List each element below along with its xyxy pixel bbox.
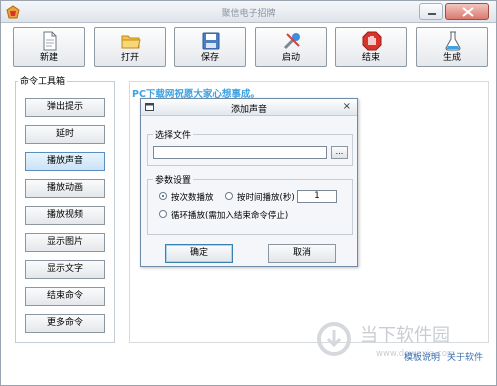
params-group-label: 参数设置 bbox=[153, 173, 194, 186]
watermark-title: 当下软件园 bbox=[360, 325, 450, 346]
save-button[interactable]: 保存 bbox=[174, 27, 246, 67]
watermark: 当下软件园 www.downxia.com bbox=[316, 319, 496, 379]
new-button[interactable]: 新建 bbox=[13, 27, 85, 67]
play-by-time-radio[interactable] bbox=[225, 192, 233, 200]
cmd-delay[interactable]: 延时 bbox=[25, 125, 105, 144]
loop-play-label: 循环播放(需加入结束命令停止) bbox=[171, 211, 289, 221]
file-group-label: 选择文件 bbox=[153, 128, 194, 141]
browse-button[interactable]: ... bbox=[331, 146, 348, 159]
stop-hand-icon bbox=[362, 31, 382, 51]
folder-icon bbox=[121, 35, 141, 49]
title-bar: 聚信电子招牌 bbox=[1, 1, 496, 23]
dialog-title-bar: 添加声音 × bbox=[141, 99, 357, 116]
close-window-button[interactable] bbox=[445, 3, 489, 20]
play-by-count-radio[interactable] bbox=[159, 192, 167, 200]
floppy-disk-icon bbox=[202, 32, 220, 50]
watermark-logo-icon bbox=[317, 322, 351, 356]
add-sound-dialog: 添加声音 × 选择文件 ... 参数设置 按次数播放 按时间播放(秒) 1 循环… bbox=[140, 98, 358, 267]
start-button[interactable]: 启动 bbox=[255, 27, 327, 67]
new-document-icon bbox=[43, 31, 57, 51]
loop-play-radio[interactable] bbox=[159, 210, 167, 218]
ok-button[interactable]: 确定 bbox=[165, 244, 233, 263]
command-panel-title: 命令工具箱 bbox=[18, 74, 68, 87]
flask-icon bbox=[445, 31, 461, 51]
cmd-more-commands[interactable]: 更多命令 bbox=[25, 314, 105, 333]
new-button-label: 新建 bbox=[39, 53, 58, 63]
open-button[interactable]: 打开 bbox=[94, 27, 166, 67]
close-icon bbox=[462, 7, 474, 17]
play-value-input[interactable]: 1 bbox=[297, 190, 337, 203]
stop-button[interactable]: 结束 bbox=[335, 27, 407, 67]
dialog-title: 添加声音 bbox=[230, 105, 267, 115]
file-path-input[interactable] bbox=[153, 146, 327, 159]
cmd-play-animation[interactable]: 播放动画 bbox=[25, 179, 105, 198]
cmd-play-sound[interactable]: 播放声音 bbox=[25, 152, 105, 171]
cmd-popup-tip[interactable]: 弹出提示 bbox=[25, 98, 105, 117]
generate-button[interactable]: 生成 bbox=[416, 27, 488, 67]
cancel-button[interactable]: 取消 bbox=[268, 244, 336, 263]
cmd-play-video[interactable]: 播放视频 bbox=[25, 206, 105, 225]
play-by-time-label: 按时间播放(秒) bbox=[237, 193, 295, 203]
cmd-show-image[interactable]: 显示图片 bbox=[25, 233, 105, 252]
main-window: 聚信电子招牌 新建 打开 保存 启动 结束 生成 命令工具箱 弹出提示 延时 播… bbox=[0, 0, 497, 386]
open-button-label: 打开 bbox=[120, 53, 139, 63]
minimize-button[interactable] bbox=[419, 3, 443, 20]
generate-button-label: 生成 bbox=[442, 53, 461, 63]
params-group bbox=[147, 179, 353, 235]
tools-icon bbox=[283, 33, 300, 50]
minimize-icon bbox=[428, 13, 436, 15]
stop-button-label: 结束 bbox=[361, 53, 380, 63]
about-link[interactable]: 关于软件 bbox=[447, 350, 483, 363]
cmd-end-command[interactable]: 结束命令 bbox=[25, 287, 105, 306]
dialog-close-icon[interactable]: × bbox=[343, 102, 351, 112]
template-help-link[interactable]: 模板说明 bbox=[404, 350, 440, 363]
play-by-count-label: 按次数播放 bbox=[171, 193, 214, 203]
save-button-label: 保存 bbox=[200, 53, 219, 63]
start-button-label: 启动 bbox=[281, 53, 300, 63]
cmd-show-text[interactable]: 显示文字 bbox=[25, 260, 105, 279]
